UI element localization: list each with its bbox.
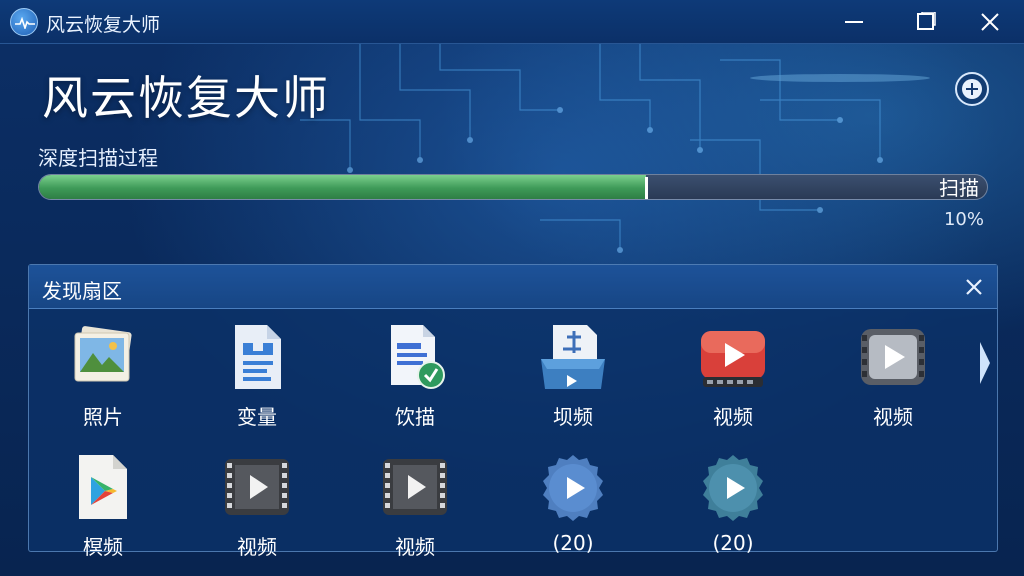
file-type-tile[interactable]: 视频	[823, 323, 963, 443]
film-icon	[383, 459, 447, 515]
tile-label: 视频	[237, 535, 277, 559]
file-type-tile[interactable]: 坝频	[503, 323, 643, 443]
minimize-button[interactable]	[832, 6, 876, 38]
tile-label: 坝频	[553, 405, 593, 429]
file-type-tile[interactable]: 变量	[187, 323, 327, 443]
file-type-tile[interactable]: (20)	[663, 453, 803, 573]
tile-label: (20)	[712, 531, 754, 555]
tile-label: 变量	[237, 405, 277, 429]
close-icon	[981, 13, 999, 31]
maximize-button[interactable]	[904, 6, 948, 38]
panel-close-button[interactable]	[963, 276, 985, 298]
title-bar: 风云恢复大师	[0, 0, 1024, 44]
close-button[interactable]	[968, 6, 1012, 38]
chevron-right-icon[interactable]	[978, 340, 992, 386]
tile-label: 榠频	[83, 535, 123, 559]
window-title: 风云恢复大师	[46, 14, 161, 36]
file-type-tile[interactable]: 榠频	[33, 453, 173, 573]
close-icon	[966, 279, 982, 295]
maximize-icon	[917, 12, 936, 30]
progress-marker	[644, 177, 648, 199]
video-gray-icon	[861, 329, 925, 385]
photo-icon	[74, 326, 132, 382]
file-type-tile[interactable]: 照片	[33, 323, 173, 443]
progress-percent: 10%	[943, 209, 984, 230]
play-store-file-icon	[79, 455, 127, 519]
app-logo-icon	[10, 8, 38, 36]
file-type-tile[interactable]: 视频	[187, 453, 327, 573]
document-icon	[235, 325, 281, 389]
tile-label: 视频	[395, 535, 435, 559]
file-type-tile[interactable]: 视频	[663, 323, 803, 443]
progress-fill	[39, 175, 646, 199]
file-type-tile[interactable]: (20)	[503, 453, 643, 573]
file-type-tile[interactable]: 饮描	[345, 323, 485, 443]
play-badge-blue-icon	[543, 455, 603, 521]
play-badge-teal-icon	[703, 455, 763, 521]
tile-label: (20)	[552, 531, 594, 555]
film-icon	[225, 459, 289, 515]
tile-label: 视频	[873, 405, 913, 429]
plus-icon	[962, 79, 982, 99]
document-badge-icon	[391, 325, 445, 389]
minimize-icon	[845, 21, 863, 23]
app-heading: 风云恢复大师	[42, 71, 330, 125]
add-button[interactable]	[955, 72, 989, 106]
panel-header: 发现扇区	[29, 265, 997, 309]
file-type-tile[interactable]: 视频	[345, 453, 485, 573]
panel-title: 发现扇区	[42, 279, 122, 303]
video-red-icon	[701, 331, 765, 387]
scan-button[interactable]: 扫描	[939, 175, 979, 199]
scanner-tray-icon	[541, 325, 605, 389]
scan-progress-bar: 扫描	[38, 174, 988, 200]
tile-label: 饮描	[395, 405, 435, 429]
tile-label: 照片	[83, 405, 123, 429]
tile-label: 视频	[713, 405, 753, 429]
scan-progress-label: 深度扫描过程	[38, 146, 158, 170]
found-sectors-panel: 发现扇区 照片 变量 饮描 坝频 视频 视频 榠频 视频 视频 (20) (20…	[28, 264, 998, 559]
